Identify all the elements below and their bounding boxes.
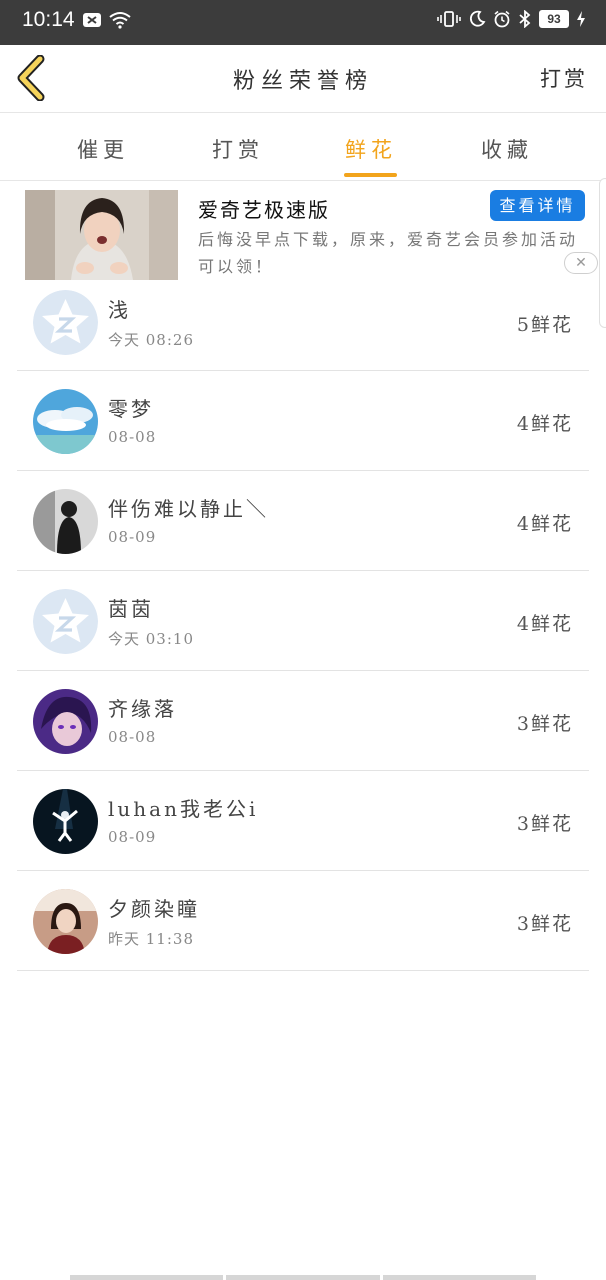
avatar — [33, 689, 98, 754]
fan-time: 昨天 11:38 — [108, 930, 194, 948]
avatar — [33, 290, 98, 355]
flower-count: 3鲜花 — [516, 913, 573, 935]
fan-time: 08-09 — [108, 828, 157, 846]
avatar — [33, 389, 98, 454]
girl-photo-avatar-icon — [33, 889, 98, 954]
fan-ranking-list: 浅 今天 08:26 5鲜花 零梦 08-08 4鲜花 伴伤难以静止＼ 08-0… — [17, 272, 589, 971]
qq-default-avatar-icon — [33, 290, 98, 355]
qq-default-avatar-icon — [33, 589, 98, 654]
fan-name: luhan我老公i — [108, 797, 259, 821]
tab-favorites[interactable]: 收藏 — [457, 134, 557, 164]
status-time: 10:14 — [22, 8, 75, 31]
ad-title: 爱奇艺极速版 — [198, 198, 330, 222]
avatar — [33, 889, 98, 954]
fan-name: 夕颜染瞳 — [108, 897, 200, 921]
moon-icon — [469, 10, 486, 27]
notification-icon — [83, 13, 101, 27]
fan-time: 今天 03:10 — [108, 630, 194, 648]
status-right-icons: 93 — [437, 10, 586, 28]
fan-name: 齐缘落 — [108, 697, 177, 721]
app-header: 粉丝荣誉榜 打赏 — [0, 45, 606, 113]
fan-time: 今天 08:26 — [108, 331, 194, 349]
status-left-icons — [82, 11, 132, 29]
bluetooth-icon — [519, 10, 531, 28]
tab-urge[interactable]: 催更 — [53, 134, 153, 164]
fan-time: 08-08 — [108, 428, 157, 446]
tab-bar: 催更 打赏 鲜花 收藏 — [0, 114, 606, 181]
tab-reward[interactable]: 打赏 — [188, 134, 288, 164]
list-item[interactable]: 零梦 08-08 4鲜花 — [17, 371, 589, 471]
side-drag-handle[interactable] — [599, 178, 606, 328]
list-item[interactable]: 伴伤难以静止＼ 08-09 4鲜花 — [17, 471, 589, 571]
list-item[interactable]: 浅 今天 08:26 5鲜花 — [17, 272, 589, 371]
nav-bar-segment — [382, 1275, 536, 1280]
fan-time: 08-09 — [108, 528, 157, 546]
flower-count: 3鲜花 — [516, 813, 573, 835]
avatar — [33, 789, 98, 854]
anime-purple-avatar-icon — [33, 689, 98, 754]
ad-banner[interactable]: 爱奇艺极速版 后悔没早点下载，原来，爱奇艺会员参加活动可以领！ 查看详情 ✕ — [0, 182, 606, 286]
wifi-icon — [109, 12, 131, 29]
avatar — [33, 489, 98, 554]
nav-bar-segment — [70, 1275, 224, 1280]
flower-count: 4鲜花 — [516, 613, 573, 635]
charging-icon — [577, 11, 585, 27]
ad-close-button[interactable]: ✕ — [564, 252, 598, 274]
list-item[interactable]: 齐缘落 08-08 3鲜花 — [17, 671, 589, 771]
ad-view-details-button[interactable]: 查看详情 — [490, 190, 585, 221]
tab-flowers[interactable]: 鲜花 — [321, 134, 421, 164]
page-title: 粉丝荣誉榜 — [232, 69, 373, 94]
list-item[interactable]: 茵茵 今天 03:10 4鲜花 — [17, 571, 589, 671]
nav-bar-segment — [226, 1275, 380, 1280]
person-dark-avatar-icon — [33, 489, 98, 554]
alarm-icon — [494, 10, 510, 28]
reward-action-button[interactable]: 打赏 — [540, 63, 588, 93]
close-icon: ✕ — [575, 255, 587, 271]
vibrate-icon — [437, 11, 461, 27]
list-item[interactable]: luhan我老公i 08-09 3鲜花 — [17, 771, 589, 871]
sky-photo-avatar-icon — [33, 389, 98, 454]
list-item[interactable]: 夕颜染瞳 昨天 11:38 3鲜花 — [17, 871, 589, 971]
fan-time: 08-08 — [108, 728, 157, 746]
fan-name: 零梦 — [108, 397, 154, 421]
fan-name: 茵茵 — [108, 597, 154, 621]
flower-count: 3鲜花 — [516, 713, 573, 735]
gesture-navigation-bar[interactable] — [70, 1275, 536, 1280]
active-tab-indicator — [344, 173, 397, 177]
fan-name: 浅 — [108, 298, 131, 322]
stage-night-avatar-icon — [33, 789, 98, 854]
battery-indicator: 93 — [539, 10, 569, 28]
flower-count: 4鲜花 — [516, 413, 573, 435]
flower-count: 5鲜花 — [516, 314, 573, 336]
flower-count: 4鲜花 — [516, 513, 573, 535]
fan-name: 伴伤难以静止＼ — [108, 497, 269, 521]
status-bar: 10:14 93 — [0, 0, 606, 45]
ad-thumbnail — [25, 190, 178, 280]
avatar — [33, 589, 98, 654]
